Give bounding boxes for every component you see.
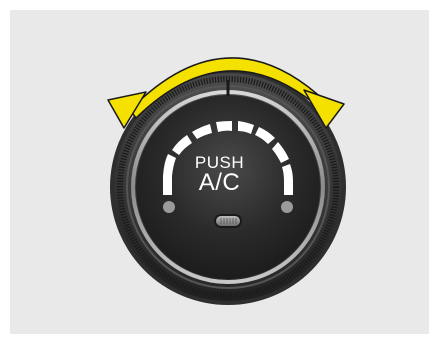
right-dot-indicator xyxy=(281,201,293,213)
pill-light-icon xyxy=(214,214,242,228)
left-dot-indicator xyxy=(163,201,175,213)
ac-control-knob[interactable] xyxy=(0,0,439,344)
ac-knob-illustration: PUSH A/C xyxy=(0,0,439,344)
